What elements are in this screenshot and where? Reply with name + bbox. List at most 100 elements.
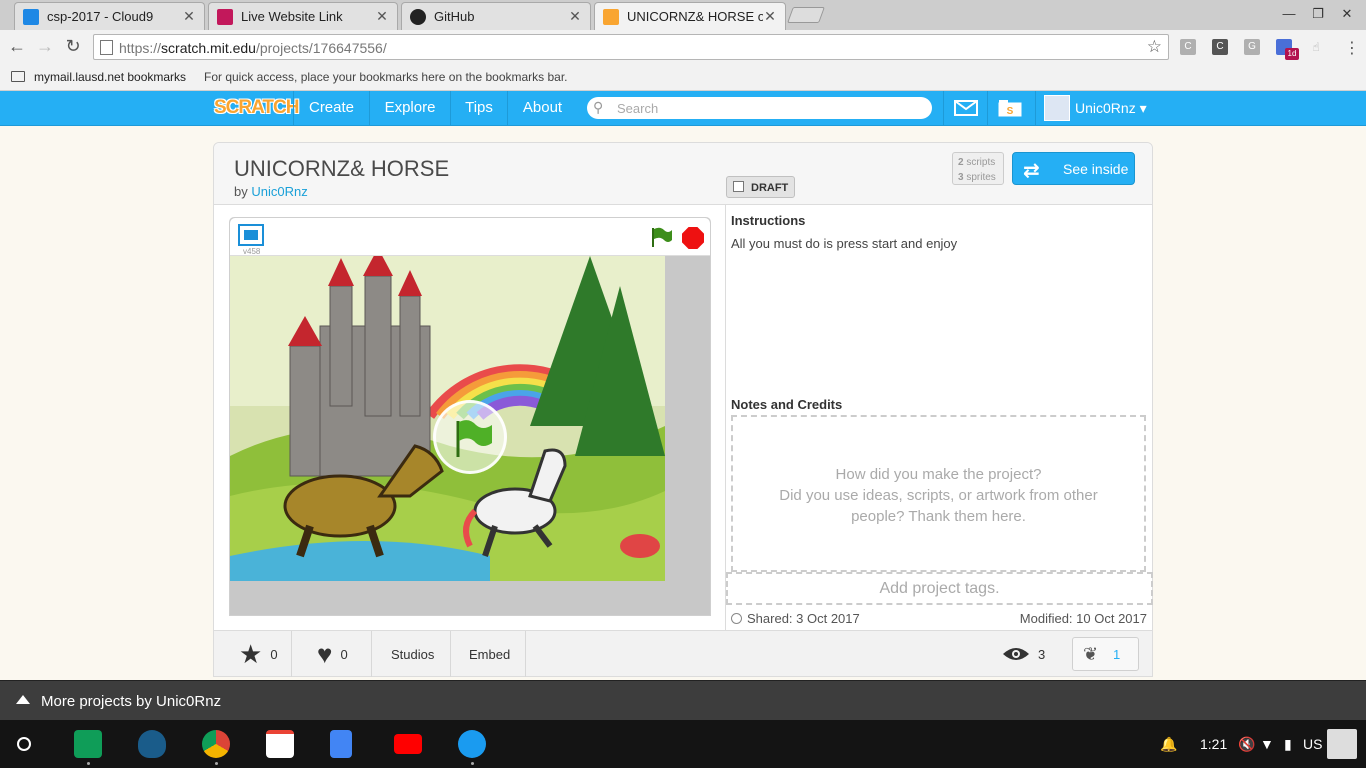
player-version: v458 xyxy=(243,247,261,256)
close-icon[interactable]: ✕ xyxy=(375,8,389,25)
extension-icon[interactable]: C xyxy=(1212,39,1228,55)
remix-tree-button[interactable]: ❦ 1 xyxy=(1072,637,1139,671)
tab-cloud9[interactable]: csp-2017 - Cloud9 ✕ xyxy=(14,2,205,30)
folder-icon xyxy=(11,71,25,82)
bookmark-folder[interactable]: mymail.lausd.net bookmarks xyxy=(34,70,186,84)
close-icon[interactable]: ✕ xyxy=(763,8,777,25)
project-panel: UNICORNZ& HORSE by Unic0Rnz DRAFT 2 scri… xyxy=(213,142,1153,677)
bookmark-star-icon[interactable]: ☆ xyxy=(1147,37,1162,57)
menu-icon[interactable]: ⋮ xyxy=(1344,38,1360,58)
project-header: UNICORNZ& HORSE by Unic0Rnz DRAFT 2 scri… xyxy=(214,143,1152,205)
scratch-logo[interactable]: SCRATCH xyxy=(214,97,299,119)
draft-toggle[interactable]: DRAFT xyxy=(726,176,795,198)
svg-text:S: S xyxy=(1006,106,1013,117)
search-icon: ⚲ xyxy=(593,99,604,115)
avatar xyxy=(1044,95,1070,121)
clock[interactable]: 1:21 xyxy=(1200,720,1227,768)
input-locale[interactable]: US xyxy=(1303,720,1322,768)
browser-toolbar: ← → ↻ https://scratch.mit.edu/projects/1… xyxy=(0,30,1366,64)
stop-icon[interactable] xyxy=(682,227,704,249)
tab-github[interactable]: GitHub ✕ xyxy=(401,2,591,30)
tab-live-website[interactable]: Live Website Link ✕ xyxy=(208,2,398,30)
forward-icon[interactable]: → xyxy=(34,37,56,55)
tags-field[interactable]: Add project tags. xyxy=(726,572,1153,605)
shield-app-icon[interactable] xyxy=(138,730,166,758)
search-box[interactable]: ⚲ xyxy=(587,97,932,119)
notes-field[interactable]: How did you make the project? Did you us… xyxy=(731,415,1146,572)
extension-badge: 1d xyxy=(1285,48,1299,60)
author-link[interactable]: Unic0Rnz xyxy=(251,184,307,199)
chrome-icon[interactable] xyxy=(202,730,230,758)
project-stats: 2 scripts 3 sprites xyxy=(952,152,1004,185)
search-input[interactable] xyxy=(617,99,917,117)
cloud9-icon xyxy=(23,8,39,25)
reload-icon[interactable]: ↻ xyxy=(62,37,84,55)
nav-tips[interactable]: Tips xyxy=(450,91,507,125)
star-icon: ★ xyxy=(239,638,263,669)
system-shelf: 🔔 1:21 🔇 ▼ ▮ US xyxy=(0,720,1366,768)
close-icon[interactable]: ✕ xyxy=(182,8,196,25)
launcher-icon[interactable] xyxy=(17,737,31,751)
user-menu[interactable]: Unic0Rnz ▾ xyxy=(1035,91,1153,125)
studios-button[interactable]: Studios xyxy=(372,631,451,677)
fullscreen-icon[interactable] xyxy=(238,224,264,246)
youtube-icon[interactable] xyxy=(394,734,422,754)
restore-icon[interactable]: ❐ xyxy=(1309,6,1327,22)
wifi-icon[interactable]: ▼ xyxy=(1260,720,1274,768)
my-stuff-button[interactable]: S xyxy=(987,91,1031,125)
username: Unic0Rnz ▾ xyxy=(1075,100,1147,116)
notification-bell-icon[interactable]: 🔔 xyxy=(1160,720,1177,768)
bookmarks-hint: For quick access, place your bookmarks h… xyxy=(204,70,568,84)
mute-icon[interactable]: 🔇 xyxy=(1238,720,1255,768)
column-divider xyxy=(725,205,726,630)
remix-arrows-icon: ⇄ xyxy=(1023,160,1040,182)
expand-up-icon xyxy=(16,695,30,704)
love-button[interactable]: ★ 0 xyxy=(214,631,292,677)
see-inside-button[interactable]: ⇄ See inside xyxy=(1012,152,1135,185)
extension-icon[interactable]: C xyxy=(1180,39,1196,55)
more-projects-bar[interactable]: More projects by Unic0Rnz xyxy=(0,680,1366,720)
back-icon[interactable]: ← xyxy=(6,37,28,55)
view-count: 3 xyxy=(994,631,1062,677)
messages-button[interactable] xyxy=(943,91,987,125)
modified-date: Modified: 10 Oct 2017 xyxy=(1019,611,1147,626)
instructions-title: Instructions xyxy=(731,213,806,228)
github-icon xyxy=(410,8,426,25)
address-bar[interactable]: https://scratch.mit.edu/projects/1766475… xyxy=(93,34,1169,60)
battery-icon[interactable]: ▮ xyxy=(1284,720,1292,768)
gmail-icon[interactable] xyxy=(266,730,294,758)
envelope-icon xyxy=(953,100,978,116)
files-icon[interactable] xyxy=(458,730,486,758)
classroom-icon[interactable] xyxy=(74,730,102,758)
project-author: by Unic0Rnz xyxy=(234,184,308,199)
tab-scratch-project[interactable]: UNICORNZ& HORSE on S ✕ xyxy=(594,2,786,30)
minimize-icon[interactable]: — xyxy=(1280,6,1298,21)
url-text[interactable]: https://scratch.mit.edu/projects/1766475… xyxy=(119,40,387,56)
draft-checkbox[interactable] xyxy=(733,181,744,192)
embed-button[interactable]: Embed xyxy=(451,631,526,677)
account-avatar[interactable] xyxy=(1327,729,1357,759)
start-overlay-button[interactable] xyxy=(433,400,507,474)
green-flag-icon[interactable] xyxy=(650,226,674,248)
nav-explore[interactable]: Explore xyxy=(369,91,450,125)
folder-icon: S xyxy=(998,100,1021,117)
heart-icon: ♥ xyxy=(317,638,333,669)
page-icon xyxy=(100,40,113,55)
close-icon[interactable]: ✕ xyxy=(568,8,582,25)
nav-about[interactable]: About xyxy=(507,91,577,125)
instructions-text[interactable]: All you must do is press start and enjoy xyxy=(731,236,957,251)
player-controls: v458 xyxy=(230,218,710,256)
extension-icon[interactable]: G xyxy=(1244,39,1260,55)
running-indicator xyxy=(87,762,90,765)
window-close-icon[interactable]: ✕ xyxy=(1338,6,1356,22)
docs-icon[interactable] xyxy=(330,730,352,758)
new-tab-button[interactable] xyxy=(787,7,825,23)
favorite-button[interactable]: ♥ 0 xyxy=(292,631,372,677)
remix-tree-icon: ❦ xyxy=(1083,644,1099,664)
nav-create[interactable]: Create xyxy=(293,91,369,125)
project-stage[interactable] xyxy=(230,256,665,581)
scratch-header: SCRATCH Create Explore Tips About ⚲ S Un… xyxy=(0,91,1366,126)
notes-title: Notes and Credits xyxy=(731,397,843,412)
extension-icon[interactable]: ☝ xyxy=(1308,39,1324,55)
project-player: v458 xyxy=(229,217,711,616)
